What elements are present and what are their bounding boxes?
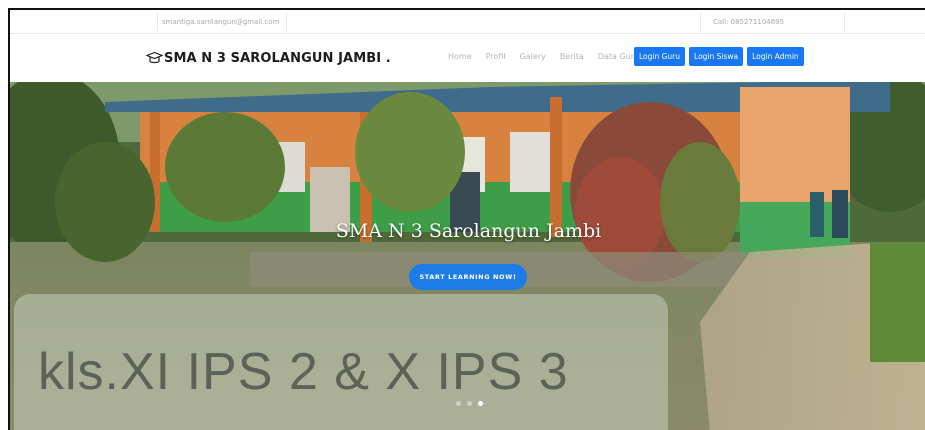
slider-dot-3[interactable]	[478, 401, 483, 406]
top-contact-bar: smantiga.sarolangun@gmail.com Call: 0852…	[10, 10, 925, 34]
nav-item-home[interactable]: Home	[448, 52, 472, 61]
login-guru-button[interactable]: Login Guru	[634, 47, 686, 66]
login-admin-button[interactable]: Login Admin	[747, 47, 804, 66]
nav-item-berita[interactable]: Berita	[560, 52, 584, 61]
contact-phone[interactable]: Call: 085271104695	[700, 13, 845, 31]
hero-title: SMA N 3 Sarolangun Jambi	[335, 220, 602, 242]
slider-dot-2[interactable]	[467, 401, 472, 406]
page-frame: smantiga.sarolangun@gmail.com Call: 0852…	[8, 8, 925, 430]
start-learning-button[interactable]: START LEARNING NOW!	[409, 264, 527, 290]
graduation-cap-icon	[146, 51, 163, 64]
nav-item-galery[interactable]: Galery	[520, 52, 546, 61]
contact-email[interactable]: smantiga.sarolangun@gmail.com	[157, 13, 287, 31]
nav-item-data-guru[interactable]: Data Guru	[598, 52, 639, 61]
login-buttons: Login Guru Login Siswa Login Admin	[634, 47, 804, 66]
brand-name: SMA N 3 SAROLANGUN JAMBI .	[164, 50, 391, 66]
login-siswa-button[interactable]: Login Siswa	[689, 47, 744, 66]
slide-caption: kls.XI IPS 2 & X IPS 3	[38, 343, 569, 401]
slider-dot-1[interactable]	[456, 401, 461, 406]
brand-logo-link[interactable]: SMA N 3 SAROLANGUN JAMBI .	[146, 48, 391, 68]
slider-indicators	[456, 401, 483, 406]
main-navbar: SMA N 3 SAROLANGUN JAMBI . Home Profil G…	[10, 34, 925, 82]
nav-menu: Home Profil Galery Berita Data Guru	[448, 52, 639, 61]
nav-item-profil[interactable]: Profil	[486, 52, 506, 61]
hero-slider: SMA N 3 Sarolangun Jambi START LEARNING …	[10, 82, 925, 430]
